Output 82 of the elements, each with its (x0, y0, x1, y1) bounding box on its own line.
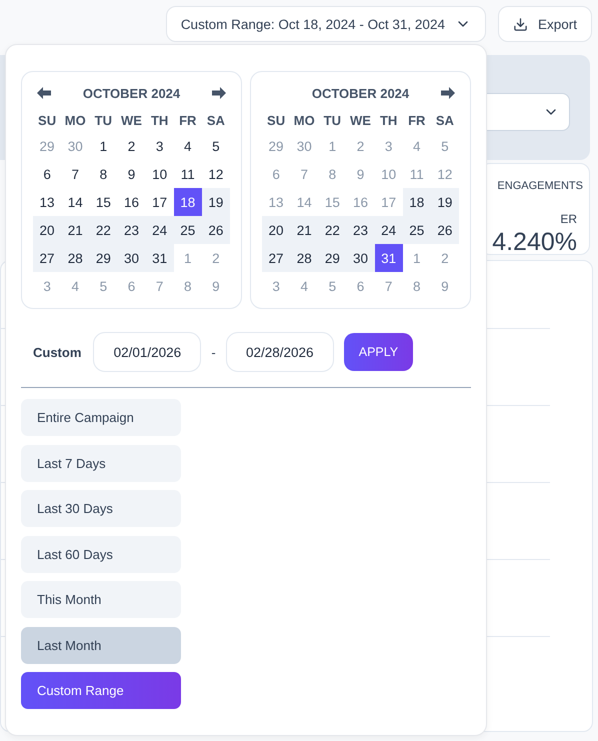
weekday-label: WE (349, 112, 372, 130)
calendar-day[interactable]: 29 (89, 244, 118, 272)
calendar-day[interactable]: 14 (61, 188, 90, 216)
date-range-dropdown[interactable]: Custom Range: Oct 18, 2024 - Oct 31, 2024 (166, 6, 486, 42)
calendar-day[interactable]: 22 (318, 216, 346, 244)
stat-value: 4.240% (492, 228, 577, 257)
calendar-day[interactable]: 20 (33, 216, 62, 244)
calendar-day[interactable]: 22 (89, 216, 118, 244)
calendar-day[interactable]: 2 (117, 132, 146, 160)
calendar-day[interactable]: 24 (374, 216, 403, 244)
weekday-label: SA (434, 112, 455, 130)
stat-label: ER (560, 212, 577, 226)
left-arrow-icon[interactable] (37, 87, 51, 99)
calendar-day[interactable]: 29 (318, 244, 346, 272)
calendar-day[interactable]: 23 (346, 216, 375, 244)
calendar-day[interactable]: 21 (290, 216, 318, 244)
calendar-day[interactable]: 12 (202, 160, 230, 188)
preset-option[interactable]: Entire Campaign (21, 399, 181, 436)
calendar-day[interactable]: 20 (262, 216, 290, 244)
download-icon (512, 16, 528, 32)
calendar-day[interactable]: 15 (89, 188, 118, 216)
calendar-day[interactable]: 25 (174, 216, 202, 244)
weekday-label: FR (178, 112, 198, 130)
calendar-day[interactable]: 24 (146, 216, 174, 244)
preset-option[interactable]: Last 30 Days (21, 490, 181, 527)
preset-option[interactable]: Last 60 Days (21, 536, 181, 572)
preset-option[interactable]: Custom Range (21, 672, 181, 709)
month-title: OCTOBER 2024 (82, 86, 182, 100)
apply-button[interactable]: APPLY (344, 333, 414, 371)
weekday-label: TU (322, 112, 342, 130)
calendar-day[interactable]: 31 (146, 244, 174, 272)
calendar-day[interactable]: 26 (202, 216, 230, 244)
calendar-day[interactable]: 13 (33, 188, 62, 216)
calendar-day[interactable]: 19 (202, 188, 230, 216)
month-title: OCTOBER 2024 (310, 86, 410, 100)
calendar-day[interactable]: 5 (202, 132, 230, 160)
weekday-label: SU (37, 112, 58, 130)
weekday-label: TH (150, 112, 170, 130)
stat-title: ENGAGEMENTS (497, 180, 583, 192)
weekday-label: TU (94, 112, 114, 130)
preset-option[interactable]: This Month (21, 581, 181, 618)
range-separator: - (211, 344, 216, 360)
weekday-label: WE (120, 112, 143, 130)
calendar-day[interactable]: 18 (174, 188, 202, 216)
calendar-day[interactable]: 28 (290, 244, 318, 272)
weekday-label: MO (292, 112, 316, 130)
calendar-day[interactable]: 10 (146, 160, 174, 188)
calendar-day[interactable]: 7 (61, 160, 90, 188)
calendar-day[interactable]: 1 (89, 132, 118, 160)
calendar-day[interactable]: 19 (430, 188, 459, 216)
calendar-day[interactable]: 27 (262, 244, 290, 272)
calendar-day[interactable]: 21 (61, 216, 90, 244)
right-arrow-icon[interactable] (441, 87, 455, 99)
calendar-day[interactable]: 27 (33, 244, 62, 272)
calendar-day[interactable]: 9 (117, 160, 146, 188)
weekday-label: TH (378, 112, 398, 130)
calendar-day[interactable]: 26 (430, 216, 459, 244)
preset-option[interactable]: Last Month (21, 626, 181, 664)
calendar-day[interactable]: 17 (146, 188, 174, 216)
calendar-day[interactable]: 8 (89, 160, 118, 188)
calendar-day[interactable]: 4 (174, 132, 202, 160)
calendar-day[interactable]: 18 (402, 188, 431, 216)
calendar-day[interactable]: 28 (61, 244, 90, 272)
calendar-day[interactable]: 6 (33, 160, 62, 188)
start-date-field[interactable]: 02/01/2026 (93, 332, 202, 372)
calendar-day[interactable]: 23 (117, 216, 146, 244)
calendar-day[interactable]: 30 (117, 244, 146, 272)
preset-option[interactable]: Last 7 Days (21, 444, 181, 482)
calendar-day[interactable]: 25 (402, 216, 431, 244)
right-arrow-icon[interactable] (212, 87, 226, 99)
calendar-day[interactable]: 11 (174, 160, 202, 188)
weekday-label: SU (266, 112, 286, 130)
calendar-day[interactable]: 30 (346, 244, 375, 272)
weekday-label: FR (407, 112, 426, 130)
calendar-day[interactable]: 31 (374, 244, 403, 272)
end-date-field[interactable]: 02/28/2026 (226, 332, 334, 372)
calendar-day[interactable]: 16 (117, 188, 146, 216)
weekday-label: SA (206, 112, 226, 130)
weekday-label: MO (64, 112, 87, 130)
custom-label: Custom (33, 344, 82, 360)
export-button[interactable]: Export (498, 6, 592, 42)
calendar-day[interactable]: 3 (146, 132, 174, 160)
